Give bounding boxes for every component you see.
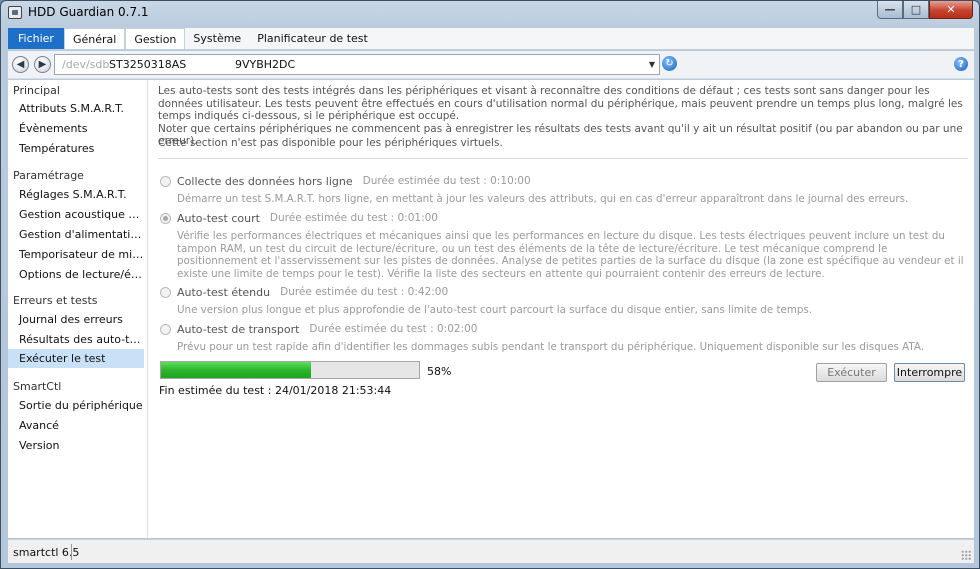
- option-description: Prévu pour un test rapide afin d'identif…: [177, 341, 925, 353]
- radio-transport[interactable]: [160, 323, 171, 335]
- refresh-icon[interactable]: ↻: [662, 56, 677, 71]
- test-option-offline: Collecte des données hors ligne Durée es…: [160, 174, 960, 206]
- option-label[interactable]: Collecte des données hors ligne: [177, 175, 353, 188]
- help-icon[interactable]: ?: [954, 57, 968, 71]
- option-duration: Durée estimée du test : 0:10:00: [362, 175, 531, 187]
- forward-arrow-icon[interactable]: ▶: [34, 56, 51, 73]
- progress-percent: 58%: [427, 365, 452, 378]
- option-label[interactable]: Auto-test court: [177, 212, 260, 225]
- minimize-button[interactable]: —: [877, 1, 903, 19]
- device-serial: 9VYBH2DC: [235, 58, 296, 71]
- radio-offline[interactable]: [160, 175, 171, 187]
- test-option-transport: Auto-test de transport Durée estimée du …: [160, 322, 960, 354]
- sidebar-item-options-lecture-ecriture[interactable]: Options de lecture/écriture: [8, 265, 144, 284]
- sidebar-header-parametrage: Paramétrage: [13, 169, 84, 182]
- option-label[interactable]: Auto-test de transport: [177, 323, 299, 336]
- sidebar-item-avance[interactable]: Avancé: [8, 416, 144, 435]
- divider: [158, 158, 968, 159]
- menu-systeme[interactable]: Système: [185, 28, 249, 49]
- device-selector[interactable]: /dev/sdb ST3250318AS 9VYBH2DC ▼: [54, 54, 660, 75]
- sidebar-item-version[interactable]: Version: [8, 436, 144, 455]
- option-duration: Durée estimée du test : 0:01:00: [269, 212, 438, 224]
- hdd-guardian-app-icon: [8, 6, 22, 19]
- sidebar-item-reglages-smart[interactable]: Réglages S.M.A.R.T.: [8, 185, 144, 204]
- menu-general[interactable]: Général: [63, 28, 126, 49]
- sidebar-item-temperatures[interactable]: Températures: [8, 139, 144, 158]
- option-duration: Durée estimée du test : 0:42:00: [280, 286, 449, 298]
- sidebar-item-resultats-auto-tests[interactable]: Résultats des auto-tests: [8, 330, 144, 349]
- sidebar-item-temporisateur[interactable]: Temporisateur de mise e…: [8, 245, 144, 264]
- window-controls: — □ ✕: [877, 1, 973, 19]
- menu-planificateur[interactable]: Planificateur de test: [249, 28, 376, 49]
- sidebar-header-erreurs-tests: Erreurs et tests: [13, 294, 98, 307]
- execute-button[interactable]: Exécuter: [816, 363, 887, 382]
- resize-grip-icon[interactable]: [961, 550, 971, 560]
- smartctl-version: smartctl 6.5: [13, 546, 80, 559]
- sidebar-header-smartctl: SmartCtl: [13, 380, 62, 393]
- device-model: ST3250318AS: [109, 58, 187, 71]
- back-arrow-icon[interactable]: ◀: [12, 56, 29, 73]
- unavailable-notice: Cette section n'est pas disponible pour …: [158, 137, 503, 149]
- status-bar: smartctl 6.5: [8, 539, 974, 563]
- estimated-end-time: Fin estimée du test : 24/01/2018 21:53:4…: [159, 384, 392, 397]
- content-area: Principal Attributs S.M.A.R.T. Évènement…: [8, 80, 974, 538]
- maximize-button[interactable]: □: [903, 1, 929, 19]
- sidebar-item-sortie-peripherique[interactable]: Sortie du périphérique: [8, 396, 144, 415]
- progress-fill: [161, 362, 311, 378]
- sidebar: Principal Attributs S.M.A.R.T. Évènement…: [8, 80, 148, 538]
- run-test-panel: Les auto-tests sont des tests intégrés d…: [148, 80, 974, 538]
- menu-bar: Fichier Général Gestion Système Planific…: [8, 28, 974, 50]
- sidebar-item-evenements[interactable]: Évènements: [8, 119, 144, 138]
- app-window: HDD Guardian 0.7.1 — □ ✕ Fichier Général…: [0, 0, 980, 569]
- progress-bar: [160, 361, 420, 379]
- sidebar-header-principal: Principal: [13, 84, 60, 97]
- status-divider: [71, 544, 72, 560]
- radio-extended[interactable]: [160, 286, 171, 298]
- title-bar: HDD Guardian 0.7.1 — □ ✕: [1, 1, 979, 25]
- menu-fichier[interactable]: Fichier: [8, 28, 64, 49]
- sidebar-item-attributs-smart[interactable]: Attributs S.M.A.R.T.: [8, 99, 144, 118]
- option-description: Vérifie les performances électriques et …: [177, 230, 964, 280]
- close-button[interactable]: ✕: [929, 1, 973, 19]
- chevron-down-icon[interactable]: ▼: [645, 55, 659, 74]
- device-path: /dev/sdb: [62, 58, 110, 71]
- sidebar-item-gestion-acoustique[interactable]: Gestion acoustique avan…: [8, 205, 144, 224]
- sidebar-item-executer-test[interactable]: Exécuter le test: [8, 349, 144, 368]
- option-label[interactable]: Auto-test étendu: [177, 286, 270, 299]
- window-title: HDD Guardian 0.7.1: [28, 5, 149, 19]
- option-description: Une version plus longue et plus approfon…: [177, 304, 813, 316]
- radio-short[interactable]: [160, 212, 171, 224]
- option-duration: Durée estimée du test : 0:02:00: [309, 323, 478, 335]
- option-description: Démarre un test S.M.A.R.T. hors ligne, e…: [177, 193, 909, 205]
- test-option-short: Auto-test court Durée estimée du test : …: [160, 211, 964, 280]
- device-toolbar: ◀ ▶ /dev/sdb ST3250318AS 9VYBH2DC ▼ ↻ ?: [8, 51, 974, 79]
- abort-button[interactable]: Interrompre: [894, 363, 965, 382]
- sidebar-item-journal-erreurs[interactable]: Journal des erreurs: [8, 310, 144, 329]
- menu-gestion[interactable]: Gestion: [125, 28, 186, 49]
- test-option-extended: Auto-test étendu Durée estimée du test :…: [160, 285, 960, 317]
- intro-paragraph: Les auto-tests sont des tests intégrés d…: [158, 85, 963, 122]
- sidebar-item-gestion-alimentation[interactable]: Gestion d'alimentation av…: [8, 225, 144, 244]
